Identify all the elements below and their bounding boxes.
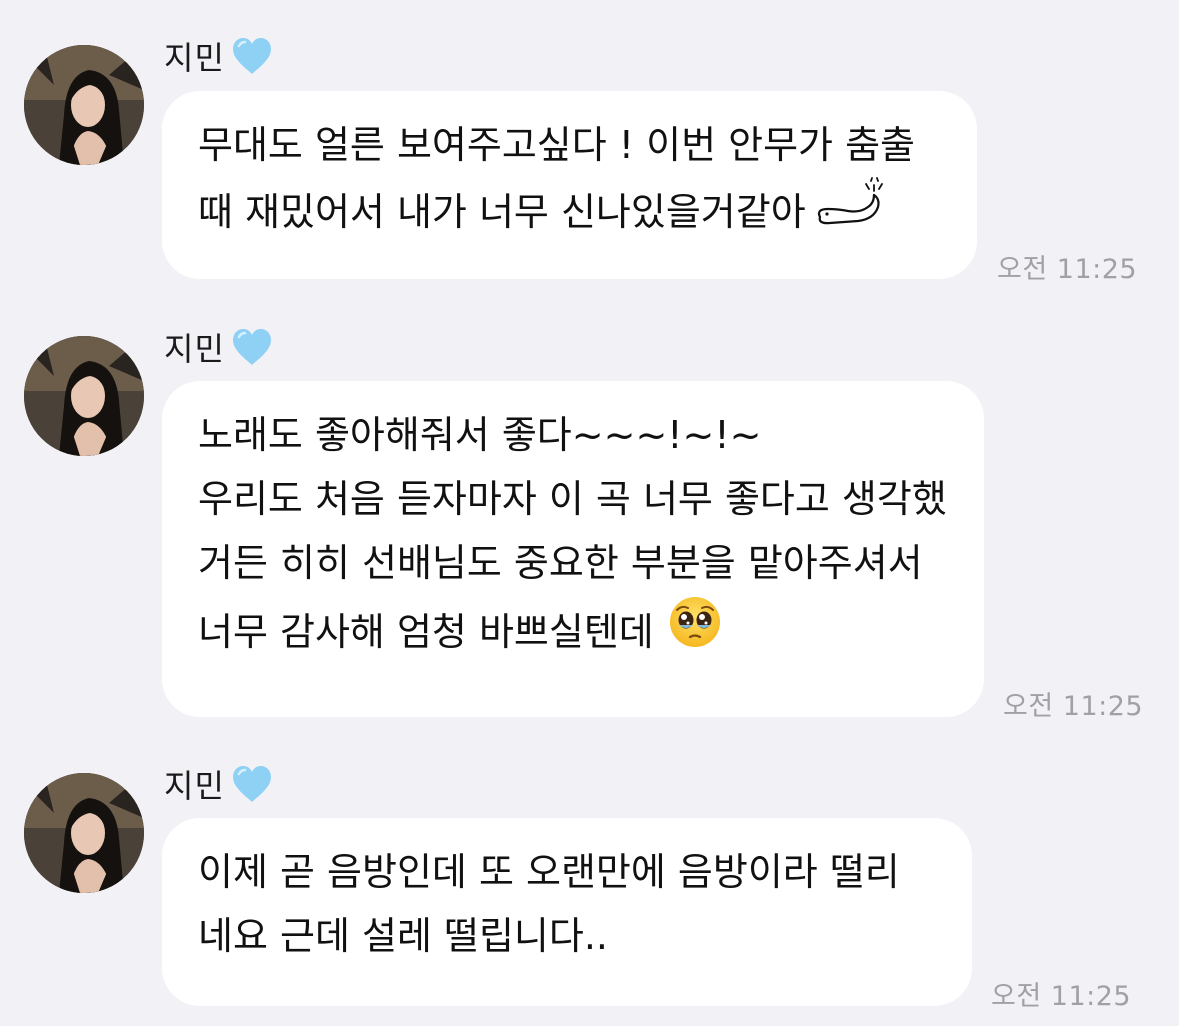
message-text: 우리도 처음 듣자마자 이 곡 너무 좋다고 생각했 bbox=[198, 477, 947, 521]
sender-name-label: 지민 bbox=[164, 767, 225, 805]
light-blue-heart-icon bbox=[231, 327, 273, 367]
message-bubble[interactable]: 이제 곧 음방인데 또 오랜만에 음방이라 떨리 네요 근데 설레 떨립니다.. bbox=[162, 818, 972, 1006]
message-text-line: 무대도 얼른 보여주고싶다 ! 이번 안무가 춤출 bbox=[198, 113, 941, 177]
pleading-face-emoji-icon bbox=[668, 595, 722, 668]
message-bubble[interactable]: 무대도 얼른 보여주고싶다 ! 이번 안무가 춤출 때 재밌어서 내가 너무 신… bbox=[162, 91, 977, 279]
sender-name-label: 지민 bbox=[164, 330, 225, 368]
message-text-line: 우리도 처음 듣자마자 이 곡 너무 좋다고 생각했 bbox=[198, 467, 948, 531]
message-text: 너무 감사해 엄청 바쁘실텐데 bbox=[198, 609, 654, 654]
sender-name: 지민 bbox=[164, 324, 273, 370]
message-text: 노래도 좋아해줘서 좋다~~~!~!~ bbox=[198, 413, 762, 457]
avatar[interactable] bbox=[24, 336, 144, 456]
light-blue-heart-icon bbox=[231, 764, 273, 804]
avatar[interactable] bbox=[24, 45, 144, 165]
message-timestamp: 오전 11:25 bbox=[1003, 691, 1144, 722]
message-text: 거든 히히 선배님도 중요한 부분을 맡아주셔서 bbox=[198, 541, 923, 585]
sender-name: 지민 bbox=[164, 33, 273, 79]
message-text: 네요 근데 설레 떨립니다.. bbox=[198, 914, 608, 958]
message-text: 때 재밌어서 내가 너무 신나있을거같아 bbox=[198, 189, 806, 234]
message-text-line: 노래도 좋아해줘서 좋다~~~!~!~ bbox=[198, 403, 948, 467]
message-text: 무대도 얼른 보여주고싶다 ! 이번 안무가 춤출 bbox=[198, 123, 915, 167]
avatar[interactable] bbox=[24, 773, 144, 893]
message-bubble[interactable]: 노래도 좋아해줘서 좋다~~~!~!~ 우리도 처음 듣자마자 이 곡 너무 좋… bbox=[162, 381, 984, 717]
chat-thread: 지민 무대도 얼른 보여주고싶다 ! 이번 안무가 춤출 때 재밌어서 내가 너… bbox=[0, 0, 1179, 1026]
message-text-line: 때 재밌어서 내가 너무 신나있을거같아 bbox=[198, 177, 941, 246]
sender-name-label: 지민 bbox=[164, 39, 225, 77]
message-text-line: 너무 감사해 엄청 바쁘실텐데 bbox=[198, 595, 948, 668]
message-text: 이제 곧 음방인데 또 오랜만에 음방이라 떨리 bbox=[198, 850, 900, 894]
wriggling-worm-doodle-icon bbox=[814, 177, 886, 246]
message-text-line: 거든 히히 선배님도 중요한 부분을 맡아주셔서 bbox=[198, 531, 948, 595]
message-text-line: 이제 곧 음방인데 또 오랜만에 음방이라 떨리 bbox=[198, 840, 936, 904]
light-blue-heart-icon bbox=[231, 36, 273, 76]
message-timestamp: 오전 11:25 bbox=[997, 254, 1138, 285]
sender-name: 지민 bbox=[164, 761, 273, 807]
message-text-line: 네요 근데 설레 떨립니다.. bbox=[198, 904, 936, 968]
message-timestamp: 오전 11:25 bbox=[991, 981, 1132, 1012]
